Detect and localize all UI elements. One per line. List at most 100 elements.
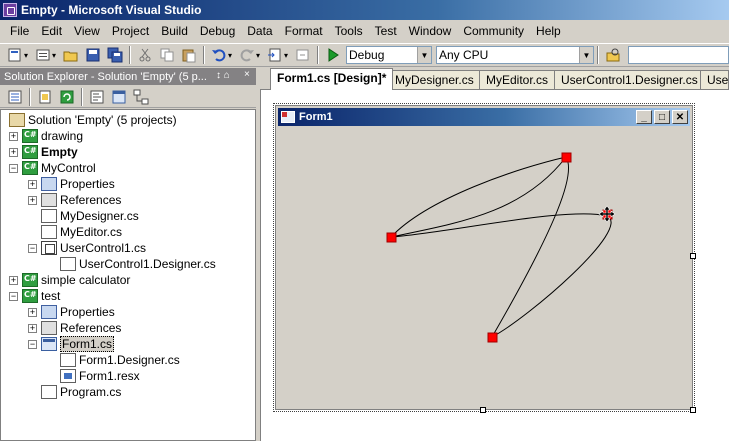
tab-usercontrol[interactable]: User bbox=[700, 70, 729, 89]
properties-icon[interactable] bbox=[6, 88, 24, 106]
tab-form1-design[interactable]: Form1.cs [Design]* bbox=[270, 68, 394, 90]
solution-explorer-tree[interactable]: Solution 'Empty' (5 projects) + drawing + Em… bbox=[0, 109, 256, 441]
menu-tools[interactable]: Tools bbox=[329, 22, 369, 40]
close-icon[interactable]: × bbox=[244, 69, 250, 80]
closed-bezier-curve[interactable] bbox=[390, 156, 612, 339]
form-client-area[interactable] bbox=[278, 128, 690, 407]
collapse-icon[interactable]: − bbox=[9, 163, 18, 173]
menu-build[interactable]: Build bbox=[155, 22, 194, 40]
tree-item[interactable]: Form1.resx bbox=[47, 368, 140, 384]
undo-icon[interactable] bbox=[210, 46, 228, 64]
tree-item[interactable]: Solution 'Empty' (5 projects) bbox=[9, 112, 177, 128]
tree-item[interactable]: + Properties bbox=[28, 304, 115, 320]
solution-explorer-title: Solution Explorer - Solution 'Empty' (5 … bbox=[4, 70, 207, 83]
class-diagram-icon[interactable] bbox=[132, 88, 150, 106]
menu-view[interactable]: View bbox=[68, 22, 106, 40]
minimize-button[interactable]: _ bbox=[636, 110, 652, 124]
solution-platform-select[interactable]: Any CPU ▼ bbox=[436, 46, 594, 64]
navigate-icon[interactable] bbox=[266, 46, 284, 64]
pin-icon[interactable]: ↕ ⌂ bbox=[216, 70, 230, 81]
expand-icon[interactable]: + bbox=[28, 307, 37, 317]
tree-item-label: UserControl1.cs bbox=[60, 241, 147, 255]
menu-project[interactable]: Project bbox=[106, 22, 155, 40]
tree-item[interactable]: MyDesigner.cs bbox=[28, 208, 139, 224]
menu-community[interactable]: Community bbox=[457, 22, 530, 40]
menu-debug[interactable]: Debug bbox=[194, 22, 241, 40]
form-icon bbox=[281, 111, 295, 123]
find-icon[interactable] bbox=[294, 46, 312, 64]
expand-icon[interactable]: + bbox=[9, 147, 18, 157]
open-file-icon[interactable] bbox=[62, 46, 80, 64]
copy-icon[interactable] bbox=[158, 46, 176, 64]
menu-help[interactable]: Help bbox=[530, 22, 567, 40]
tree-item[interactable]: − MyControl bbox=[9, 160, 96, 176]
tree-item[interactable]: − test bbox=[9, 288, 60, 304]
tree-item[interactable]: Program.cs bbox=[28, 384, 121, 400]
view-designer-icon[interactable] bbox=[110, 88, 128, 106]
resize-grip-bottom[interactable] bbox=[480, 407, 486, 413]
control-point[interactable] bbox=[561, 152, 572, 163]
resize-grip-right[interactable] bbox=[690, 253, 696, 259]
save-icon[interactable] bbox=[84, 46, 102, 64]
expand-icon[interactable]: + bbox=[28, 323, 37, 333]
tree-item[interactable]: + Properties bbox=[28, 176, 115, 192]
tree-item[interactable]: UserControl1.Designer.cs bbox=[47, 256, 216, 272]
form-caption-bar[interactable]: Form1 _ □ ✕ bbox=[278, 108, 690, 126]
tree-item[interactable]: + References bbox=[28, 192, 121, 208]
expand-icon[interactable]: + bbox=[9, 131, 18, 141]
csharp-project-icon bbox=[22, 129, 38, 143]
start-debugging-icon[interactable] bbox=[324, 46, 342, 64]
cut-icon[interactable] bbox=[136, 46, 154, 64]
menu-file[interactable]: File bbox=[4, 22, 35, 40]
maximize-button[interactable]: □ bbox=[654, 110, 670, 124]
tree-item[interactable]: MyEditor.cs bbox=[28, 224, 122, 240]
solution-explorer-title-bar[interactable]: Solution Explorer - Solution 'Empty' (5 … bbox=[0, 68, 258, 85]
paste-icon[interactable] bbox=[180, 46, 198, 64]
expand-icon[interactable]: + bbox=[28, 179, 37, 189]
curve-drawing[interactable] bbox=[278, 128, 690, 407]
tree-item[interactable]: − Form1.cs bbox=[28, 336, 115, 352]
view-code-icon[interactable] bbox=[88, 88, 106, 106]
menu-data[interactable]: Data bbox=[241, 22, 278, 40]
redo-dropdown-icon[interactable]: ▾ bbox=[256, 51, 264, 60]
tree-item[interactable]: + simple calculator bbox=[9, 272, 130, 288]
tree-item[interactable]: − UserControl1.cs bbox=[28, 240, 146, 256]
menu-edit[interactable]: Edit bbox=[35, 22, 68, 40]
tab-myeditor[interactable]: MyEditor.cs bbox=[479, 70, 556, 89]
save-all-icon[interactable] bbox=[106, 46, 124, 64]
navigate-dropdown-icon[interactable]: ▾ bbox=[284, 51, 292, 60]
menu-test[interactable]: Test bbox=[369, 22, 403, 40]
tab-mydesigner[interactable]: MyDesigner.cs bbox=[388, 70, 481, 89]
new-project-dropdown-icon[interactable]: ▾ bbox=[24, 51, 32, 60]
tree-item[interactable]: + References bbox=[28, 320, 121, 336]
tab-usercontrol1-designer[interactable]: UserControl1.Designer.cs bbox=[554, 70, 705, 89]
menu-format[interactable]: Format bbox=[279, 22, 329, 40]
collapse-icon[interactable]: − bbox=[9, 291, 18, 301]
cs-file-icon bbox=[41, 385, 57, 399]
standard-toolbar: ▾ ▾ ▾ ▾ ▾ Debug ▼ Any CPU ▼ bbox=[0, 43, 729, 67]
window-title-bar[interactable]: Empty - Microsoft Visual Studio bbox=[0, 0, 729, 20]
undo-dropdown-icon[interactable]: ▾ bbox=[228, 51, 236, 60]
tree-item[interactable]: + drawing bbox=[9, 128, 83, 144]
new-project-icon[interactable] bbox=[6, 46, 24, 64]
add-item-dropdown-icon[interactable]: ▾ bbox=[52, 51, 60, 60]
add-item-icon[interactable] bbox=[34, 46, 52, 64]
tree-item[interactable]: + Empty bbox=[9, 144, 78, 160]
find-in-files-icon[interactable] bbox=[604, 46, 622, 64]
expand-icon[interactable]: + bbox=[28, 195, 37, 205]
control-point[interactable] bbox=[487, 332, 498, 343]
menu-window[interactable]: Window bbox=[403, 22, 458, 40]
control-point[interactable] bbox=[386, 232, 397, 243]
solution-configuration-select[interactable]: Debug ▼ bbox=[346, 46, 432, 64]
collapse-icon[interactable]: − bbox=[28, 339, 37, 349]
redo-icon[interactable] bbox=[238, 46, 256, 64]
collapse-icon[interactable]: − bbox=[28, 243, 37, 253]
resize-grip-corner[interactable] bbox=[690, 407, 696, 413]
expand-icon[interactable]: + bbox=[9, 275, 18, 285]
close-button[interactable]: ✕ bbox=[672, 110, 688, 124]
refresh-icon[interactable] bbox=[58, 88, 76, 106]
form1-design-window[interactable]: Form1 _ □ ✕ bbox=[273, 103, 695, 412]
find-input[interactable] bbox=[628, 46, 729, 64]
show-all-files-icon[interactable] bbox=[36, 88, 54, 106]
tree-item[interactable]: Form1.Designer.cs bbox=[47, 352, 180, 368]
